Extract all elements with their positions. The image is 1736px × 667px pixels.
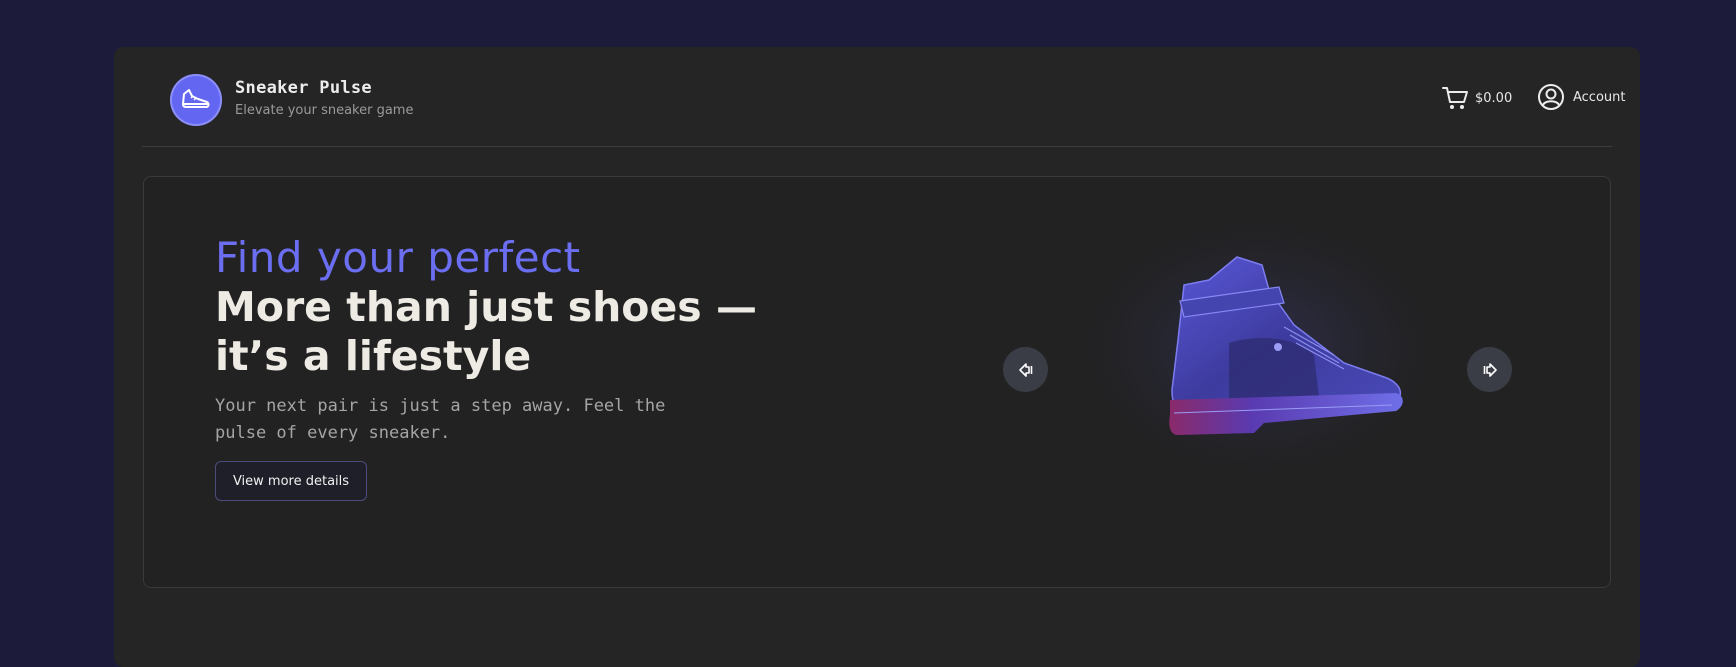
sneaker-icon	[182, 89, 210, 108]
brand-logo[interactable]	[170, 74, 222, 126]
cart-icon	[1442, 87, 1468, 109]
hero-headline: More than just shoes — it’s a lifestyle	[215, 283, 757, 380]
brand-name: Sneaker Pulse	[235, 78, 372, 98]
carousel-prev-button[interactable]	[1003, 347, 1048, 392]
hero-carousel: Find your perfect More than just shoes —…	[143, 176, 1611, 588]
account-button[interactable]: Account	[1537, 82, 1626, 112]
hero-subtext: Your next pair is just a step away. Feel…	[215, 396, 666, 443]
high-top-sneaker-image	[1169, 256, 1403, 435]
carousel-next-button[interactable]	[1467, 347, 1512, 392]
cart-button[interactable]: $0.00	[1441, 83, 1512, 113]
header: Sneaker Pulse Elevate your sneaker game …	[142, 47, 1626, 147]
view-details-button[interactable]: View more details	[215, 461, 367, 501]
arrow-right-icon	[1483, 362, 1497, 377]
hero-eyebrow: Find your perfect	[215, 233, 581, 282]
brand-tagline: Elevate your sneaker game	[235, 103, 414, 118]
user-circle-icon	[1538, 84, 1564, 110]
account-label: Account	[1573, 89, 1626, 105]
cart-total: $0.00	[1475, 90, 1513, 106]
app-window: Sneaker Pulse Elevate your sneaker game …	[114, 47, 1640, 667]
arrow-left-icon	[1018, 362, 1032, 377]
